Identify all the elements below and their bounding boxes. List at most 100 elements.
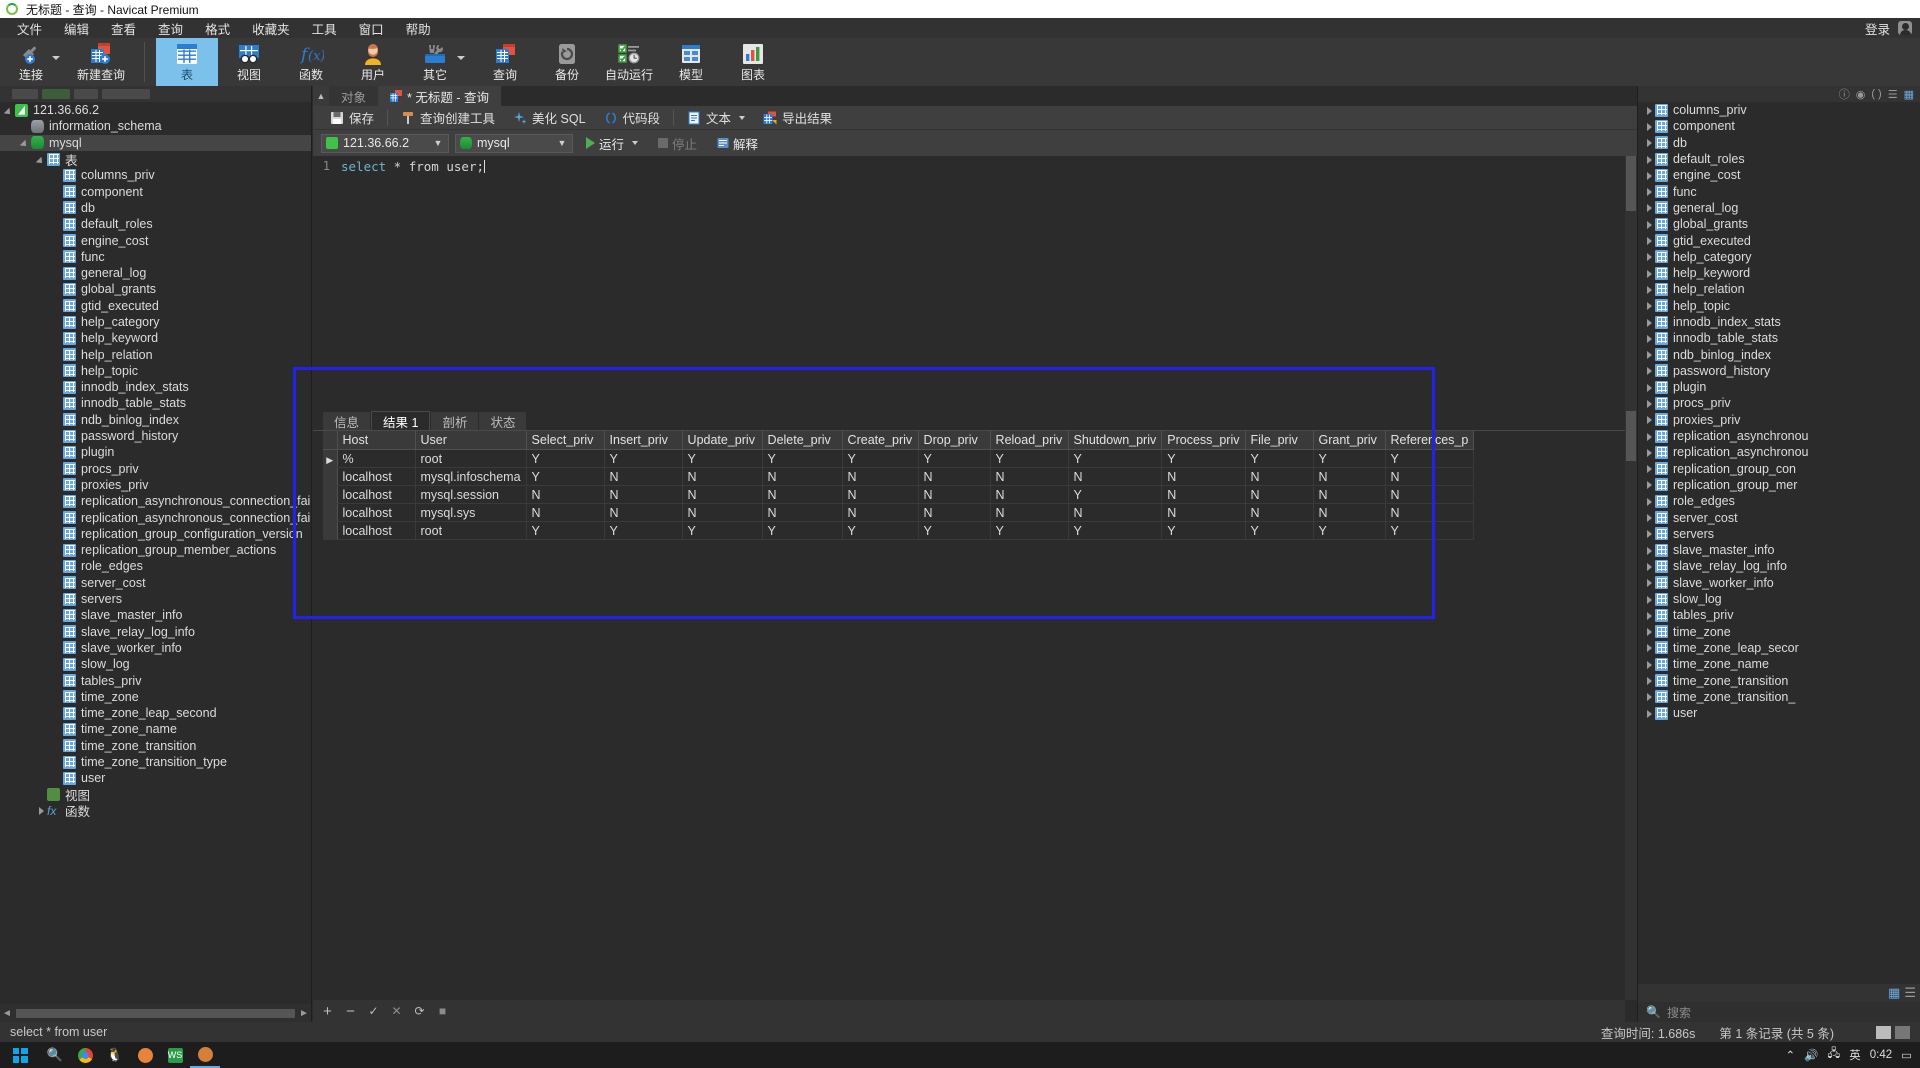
expander-icon[interactable] — [1644, 317, 1655, 328]
right-list-item[interactable]: general_log — [1638, 200, 1920, 216]
column-header[interactable]: Insert_priv — [604, 431, 683, 450]
taskbar-chrome[interactable] — [70, 1042, 100, 1068]
expander-icon[interactable] — [1644, 121, 1655, 132]
tree-table-item[interactable]: time_zone_name — [0, 721, 311, 737]
expander-icon[interactable] — [4, 105, 15, 116]
table-cell[interactable]: Y — [604, 521, 683, 540]
result-tab-info[interactable]: 信息 — [323, 412, 371, 430]
table-cell[interactable]: localhost — [337, 485, 416, 504]
right-list-item[interactable]: time_zone_leap_secor — [1638, 640, 1920, 656]
table-cell[interactable]: N — [526, 503, 605, 522]
table-cell[interactable]: N — [990, 503, 1069, 522]
menu-item-view[interactable]: 查看 — [100, 17, 147, 40]
table-cell[interactable]: Y — [842, 521, 919, 540]
column-header[interactable]: Create_priv — [842, 431, 919, 450]
expander-icon[interactable] — [1644, 333, 1655, 344]
right-list-item[interactable]: help_relation — [1638, 281, 1920, 297]
tree-table-item[interactable]: columns_priv — [0, 167, 311, 183]
table-cell[interactable]: Y — [762, 521, 843, 540]
expander-icon[interactable] — [1644, 675, 1655, 686]
chevron-down-icon[interactable] — [632, 141, 639, 145]
editor-vscrollbar[interactable] — [1625, 156, 1637, 431]
scroll-thumb[interactable] — [16, 1008, 295, 1018]
expander-icon[interactable] — [1644, 512, 1655, 523]
column-header[interactable]: File_priv — [1245, 431, 1314, 450]
table-cell[interactable]: N — [918, 503, 991, 522]
expander-icon[interactable] — [1644, 382, 1655, 393]
table-cell[interactable]: N — [1161, 467, 1246, 486]
expander-icon[interactable] — [1644, 300, 1655, 311]
right-list-item[interactable]: help_category — [1638, 249, 1920, 265]
tree-table-item[interactable]: help_topic — [0, 363, 311, 379]
tree-table-item[interactable]: help_category — [0, 314, 311, 330]
menu-item-help[interactable]: 帮助 — [395, 17, 442, 40]
chevron-down-icon[interactable] — [739, 115, 746, 120]
table-cell[interactable]: N — [682, 467, 763, 486]
tree-database[interactable]: mysql — [0, 134, 311, 151]
list-layout-icon[interactable]: ☰ — [1904, 985, 1916, 1001]
column-header[interactable]: Drop_priv — [918, 431, 991, 450]
right-list-item[interactable]: time_zone_name — [1638, 656, 1920, 672]
table-cell[interactable]: Y — [1068, 485, 1163, 504]
table-cell[interactable]: N — [762, 503, 843, 522]
scroll-thumb[interactable] — [1626, 411, 1636, 461]
tree-table-item[interactable]: proxies_priv — [0, 477, 311, 493]
snippets-button[interactable]: 代码段 — [595, 106, 670, 129]
table-cell[interactable]: mysql.infoschema — [415, 467, 527, 486]
run-button[interactable]: 运行 — [579, 133, 645, 154]
table-cell[interactable]: N — [1313, 503, 1386, 522]
table-cell[interactable]: N — [1385, 467, 1475, 486]
ribbon-backup[interactable]: 备份 — [536, 38, 598, 86]
table-cell[interactable]: N — [604, 503, 683, 522]
table-cell[interactable]: N — [1161, 503, 1246, 522]
login-label[interactable]: 登录 — [1865, 19, 1890, 38]
table-cell[interactable]: Y — [604, 449, 683, 468]
table-cell[interactable]: Y — [1245, 521, 1314, 540]
expander-icon[interactable] — [1644, 268, 1655, 279]
tray-notification-icon[interactable]: ▭ — [1901, 1048, 1912, 1062]
tree-table-item[interactable]: time_zone_leap_second — [0, 705, 311, 721]
table-cell[interactable]: N — [1385, 503, 1475, 522]
result-tab-status[interactable]: 状态 — [479, 412, 527, 430]
tree-table-item[interactable]: global_grants — [0, 281, 311, 297]
table-cell[interactable]: Y — [682, 521, 763, 540]
right-list-item[interactable]: user — [1638, 705, 1920, 721]
right-list-item[interactable]: slave_worker_info — [1638, 575, 1920, 591]
table-cell[interactable]: N — [682, 485, 763, 504]
menu-item-tools[interactable]: 工具 — [301, 17, 348, 40]
result-grid[interactable]: Host User Select_priv Insert_priv Update_pri… — [323, 431, 1625, 1000]
chevron-down-icon[interactable]: ▼ — [556, 138, 568, 148]
taskbar-app-ws[interactable]: WS — [160, 1042, 190, 1068]
table-cell[interactable]: N — [990, 485, 1069, 504]
expander-icon[interactable] — [1644, 659, 1655, 670]
row-header[interactable] — [323, 485, 338, 504]
tree-table-item[interactable]: time_zone — [0, 689, 311, 705]
right-list-item[interactable]: db — [1638, 135, 1920, 151]
expander-icon[interactable] — [1644, 365, 1655, 376]
sidebar-hscrollbar[interactable]: ◄ ► — [0, 1004, 311, 1022]
table-cell[interactable]: N — [604, 467, 683, 486]
tray-clock[interactable]: 0:42 — [1870, 1049, 1892, 1061]
table-cell[interactable]: N — [1245, 467, 1314, 486]
taskbar-search[interactable]: 🔍 — [40, 1042, 70, 1068]
column-header[interactable]: Grant_priv — [1313, 431, 1386, 450]
tree-table-item[interactable]: user — [0, 770, 311, 786]
table-cell[interactable]: % — [337, 449, 416, 468]
stop-button[interactable]: 停止 — [651, 133, 704, 154]
table-cell[interactable]: Y — [1245, 449, 1314, 468]
right-list-item[interactable]: procs_priv — [1638, 395, 1920, 411]
taskbar-app-orange[interactable] — [130, 1042, 160, 1068]
menu-item-query[interactable]: 查询 — [147, 17, 194, 40]
add-record-icon[interactable]: + — [321, 1003, 334, 1020]
right-list-item[interactable]: time_zone_transition_ — [1638, 689, 1920, 705]
tree-table-item[interactable]: slave_relay_log_info — [0, 624, 311, 640]
ribbon-view[interactable]: 视图 — [218, 38, 280, 86]
table-row[interactable]: localhost mysql.infoschema Y N N N N N N N N N N N — [323, 467, 1475, 486]
result-vscrollbar[interactable] — [1625, 411, 1637, 1000]
refresh-icon[interactable]: ⟳ — [413, 1004, 426, 1018]
expander-icon[interactable] — [1644, 398, 1655, 409]
column-header[interactable]: Host — [337, 431, 416, 450]
tree-table-item[interactable]: server_cost — [0, 575, 311, 591]
table-cell[interactable]: N — [1245, 503, 1314, 522]
right-list-item[interactable]: replication_group_mer — [1638, 477, 1920, 493]
